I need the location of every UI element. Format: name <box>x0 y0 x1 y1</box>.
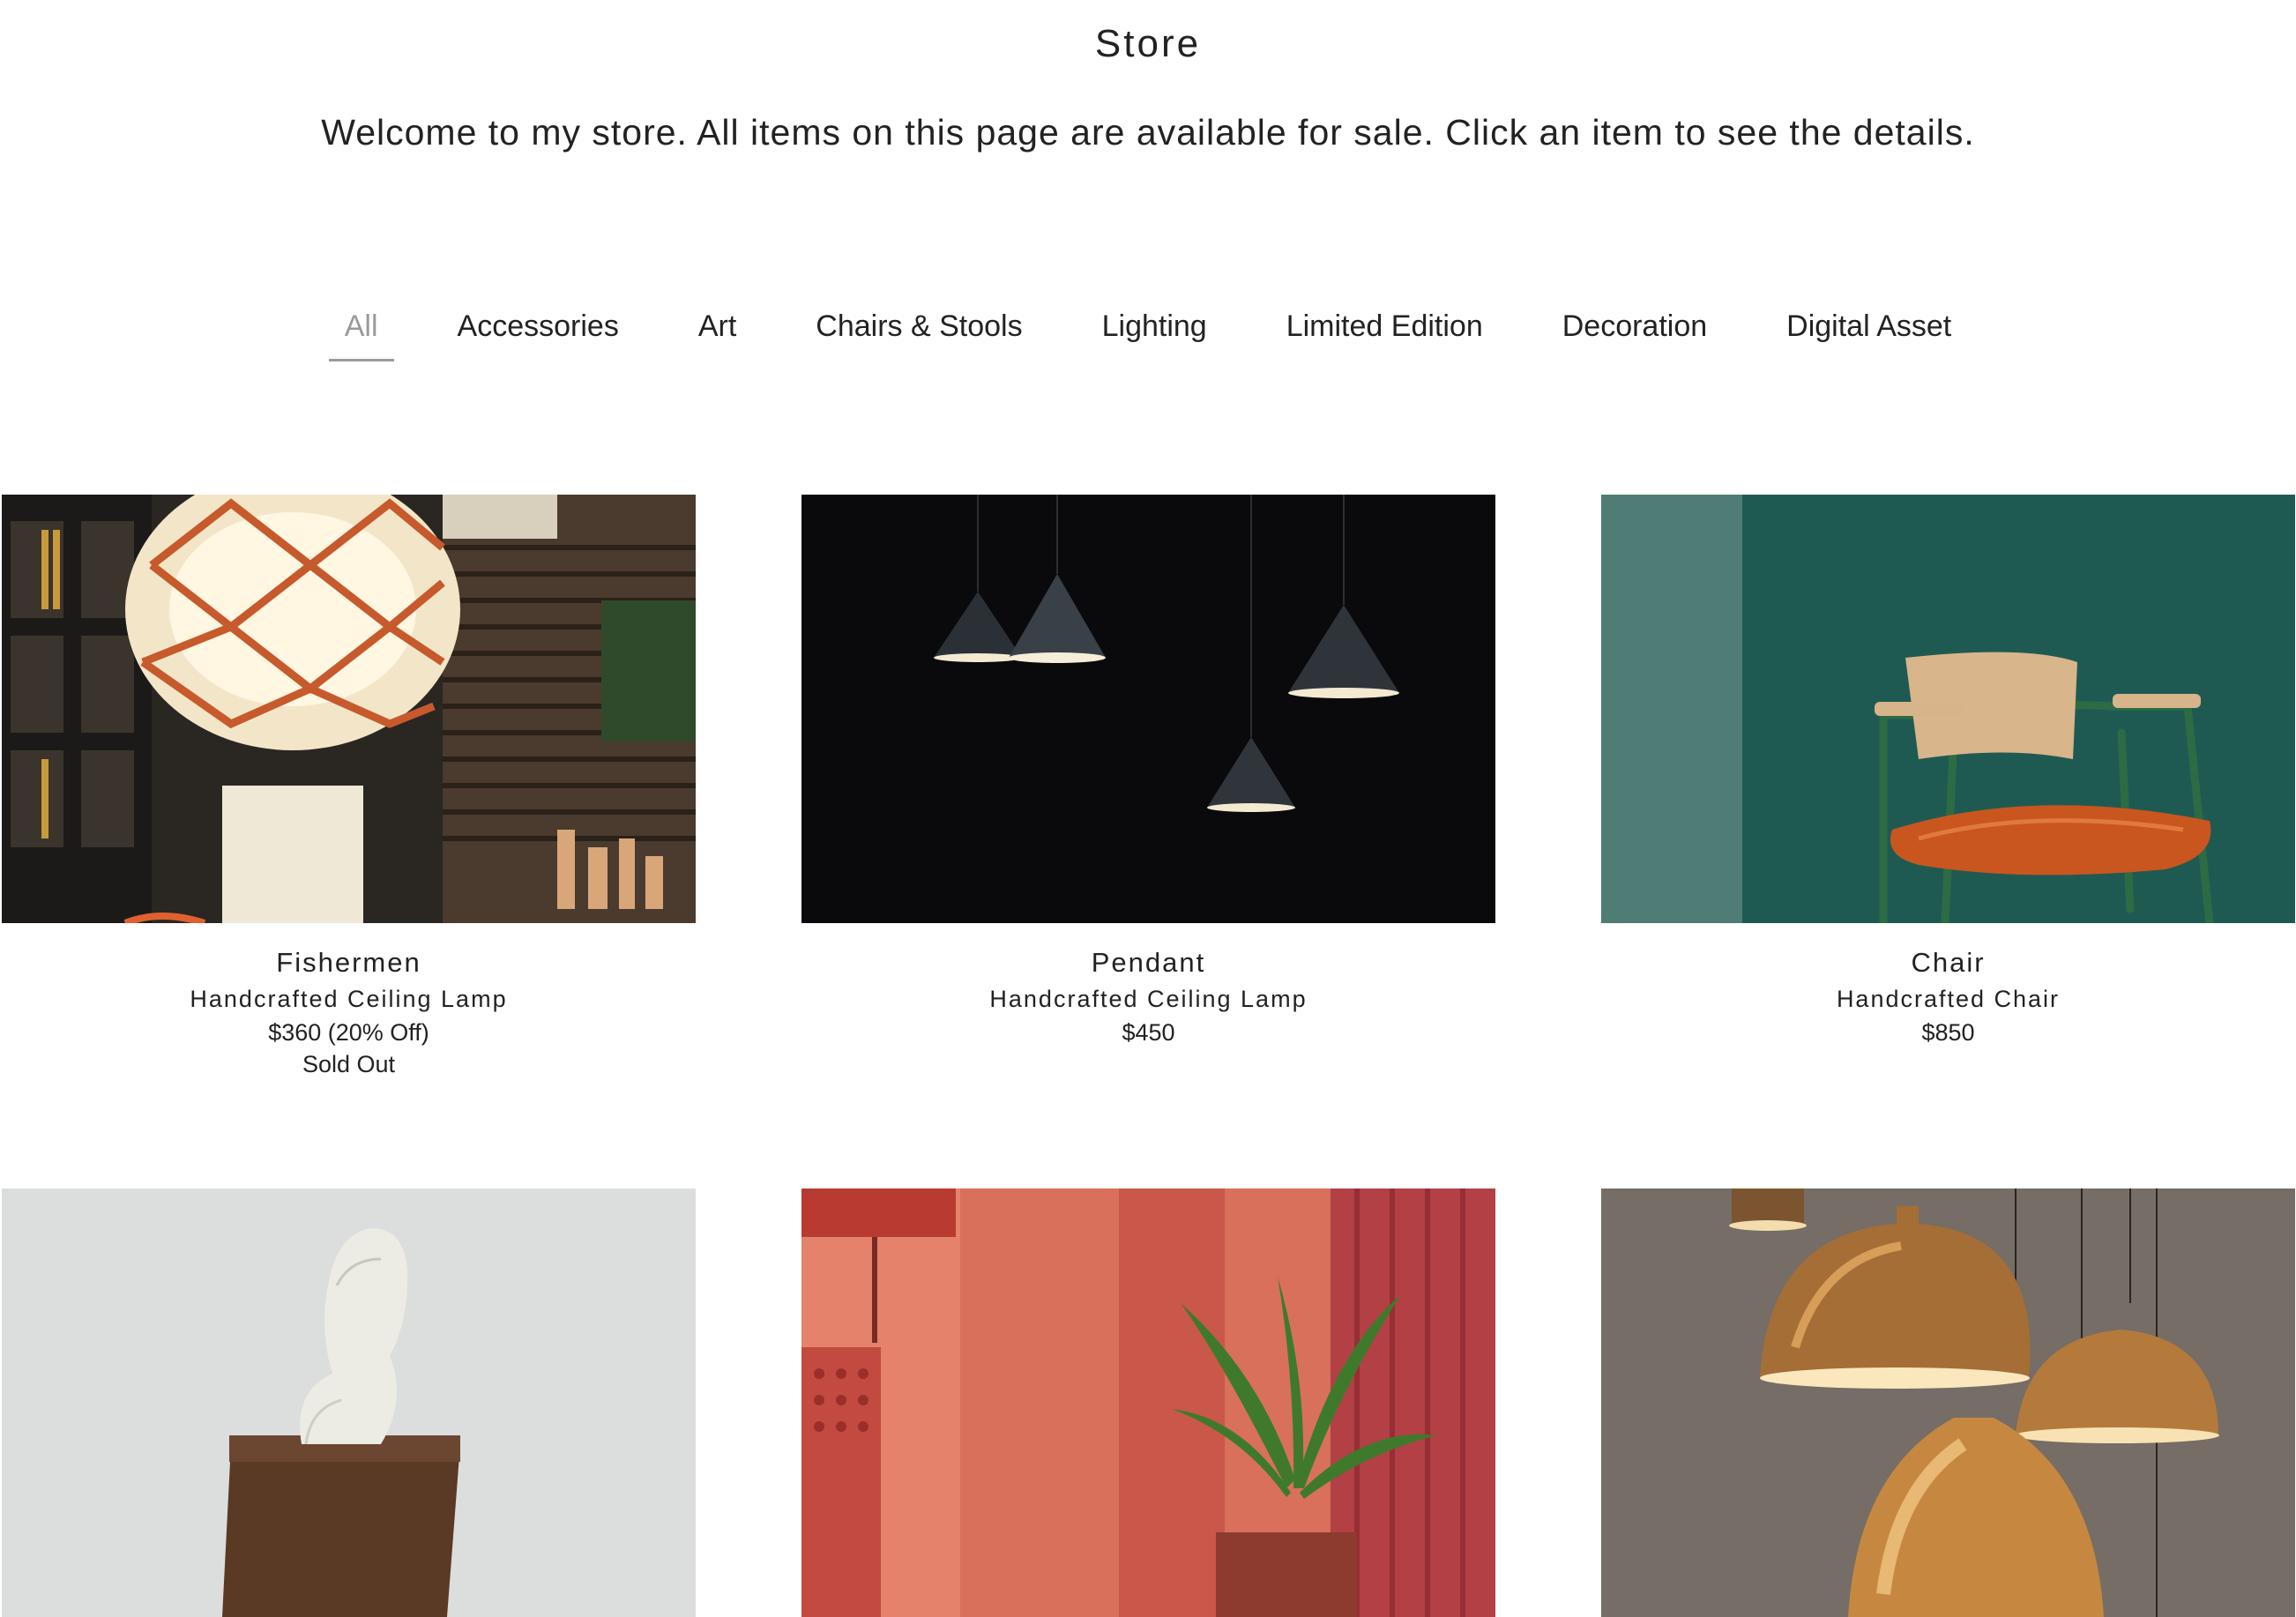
store-intro: Welcome to my store. All items on this p… <box>321 112 1975 153</box>
product-grid: Fishermen Handcrafted Ceiling Lamp $360 … <box>0 0 2296 1617</box>
product-price: $360 (20% Off) <box>268 1019 429 1046</box>
product-price: $450 <box>1122 1019 1175 1046</box>
copper-pendants-photo[interactable] <box>1601 1189 2295 1617</box>
tab-art[interactable]: Art <box>682 300 752 361</box>
product-name: Fishermen <box>276 947 421 978</box>
tab-limited-edition[interactable]: Limited Edition <box>1271 300 1499 361</box>
product-status: Sold Out <box>302 1051 396 1077</box>
sculpture-image <box>2 1189 696 1617</box>
page-title: Store <box>1094 22 1202 65</box>
green-chair-image <box>1601 495 2295 923</box>
product-card-copper-pendants[interactable] <box>1601 1189 2295 1617</box>
tab-lighting[interactable]: Lighting <box>1086 300 1223 361</box>
product-card-chair[interactable]: Chair Handcrafted Chair $850 <box>1601 495 2295 1048</box>
tab-chairs-stools[interactable]: Chairs & Stools <box>800 300 1038 361</box>
red-room-plant-photo[interactable] <box>801 1189 1495 1617</box>
product-name: Pendant <box>1091 947 1206 978</box>
copper-pendants-image <box>1601 1189 2295 1617</box>
lamp-net-image <box>2 495 696 923</box>
product-card-red-room[interactable] <box>801 1189 1495 1617</box>
cone-pendants-photo[interactable] <box>801 495 1495 923</box>
lamp-net-photo[interactable] <box>2 495 696 923</box>
category-filter: All Accessories Art Chairs & Stools Ligh… <box>0 300 2296 361</box>
tab-all[interactable]: All <box>328 300 394 361</box>
product-card-pendant[interactable]: Pendant Handcrafted Ceiling Lamp $450 <box>801 495 1495 1048</box>
product-price: $850 <box>1921 1019 1975 1046</box>
product-subtitle: Handcrafted Ceiling Lamp <box>989 986 1308 1012</box>
sculpture-photo[interactable] <box>2 1189 696 1617</box>
product-card-fishermen[interactable]: Fishermen Handcrafted Ceiling Lamp $360 … <box>2 495 696 1080</box>
green-chair-photo[interactable] <box>1601 495 2295 923</box>
tab-decoration[interactable]: Decoration <box>1547 300 1723 361</box>
tab-digital-asset[interactable]: Digital Asset <box>1770 300 1967 361</box>
product-card-sculpture[interactable] <box>2 1189 696 1617</box>
product-name: Chair <box>1911 947 1986 978</box>
product-subtitle: Handcrafted Chair <box>1836 986 2061 1012</box>
tab-accessories[interactable]: Accessories <box>442 300 635 361</box>
product-subtitle: Handcrafted Ceiling Lamp <box>190 986 508 1012</box>
red-room-image <box>801 1189 1495 1617</box>
cone-pendants-image <box>801 495 1495 923</box>
